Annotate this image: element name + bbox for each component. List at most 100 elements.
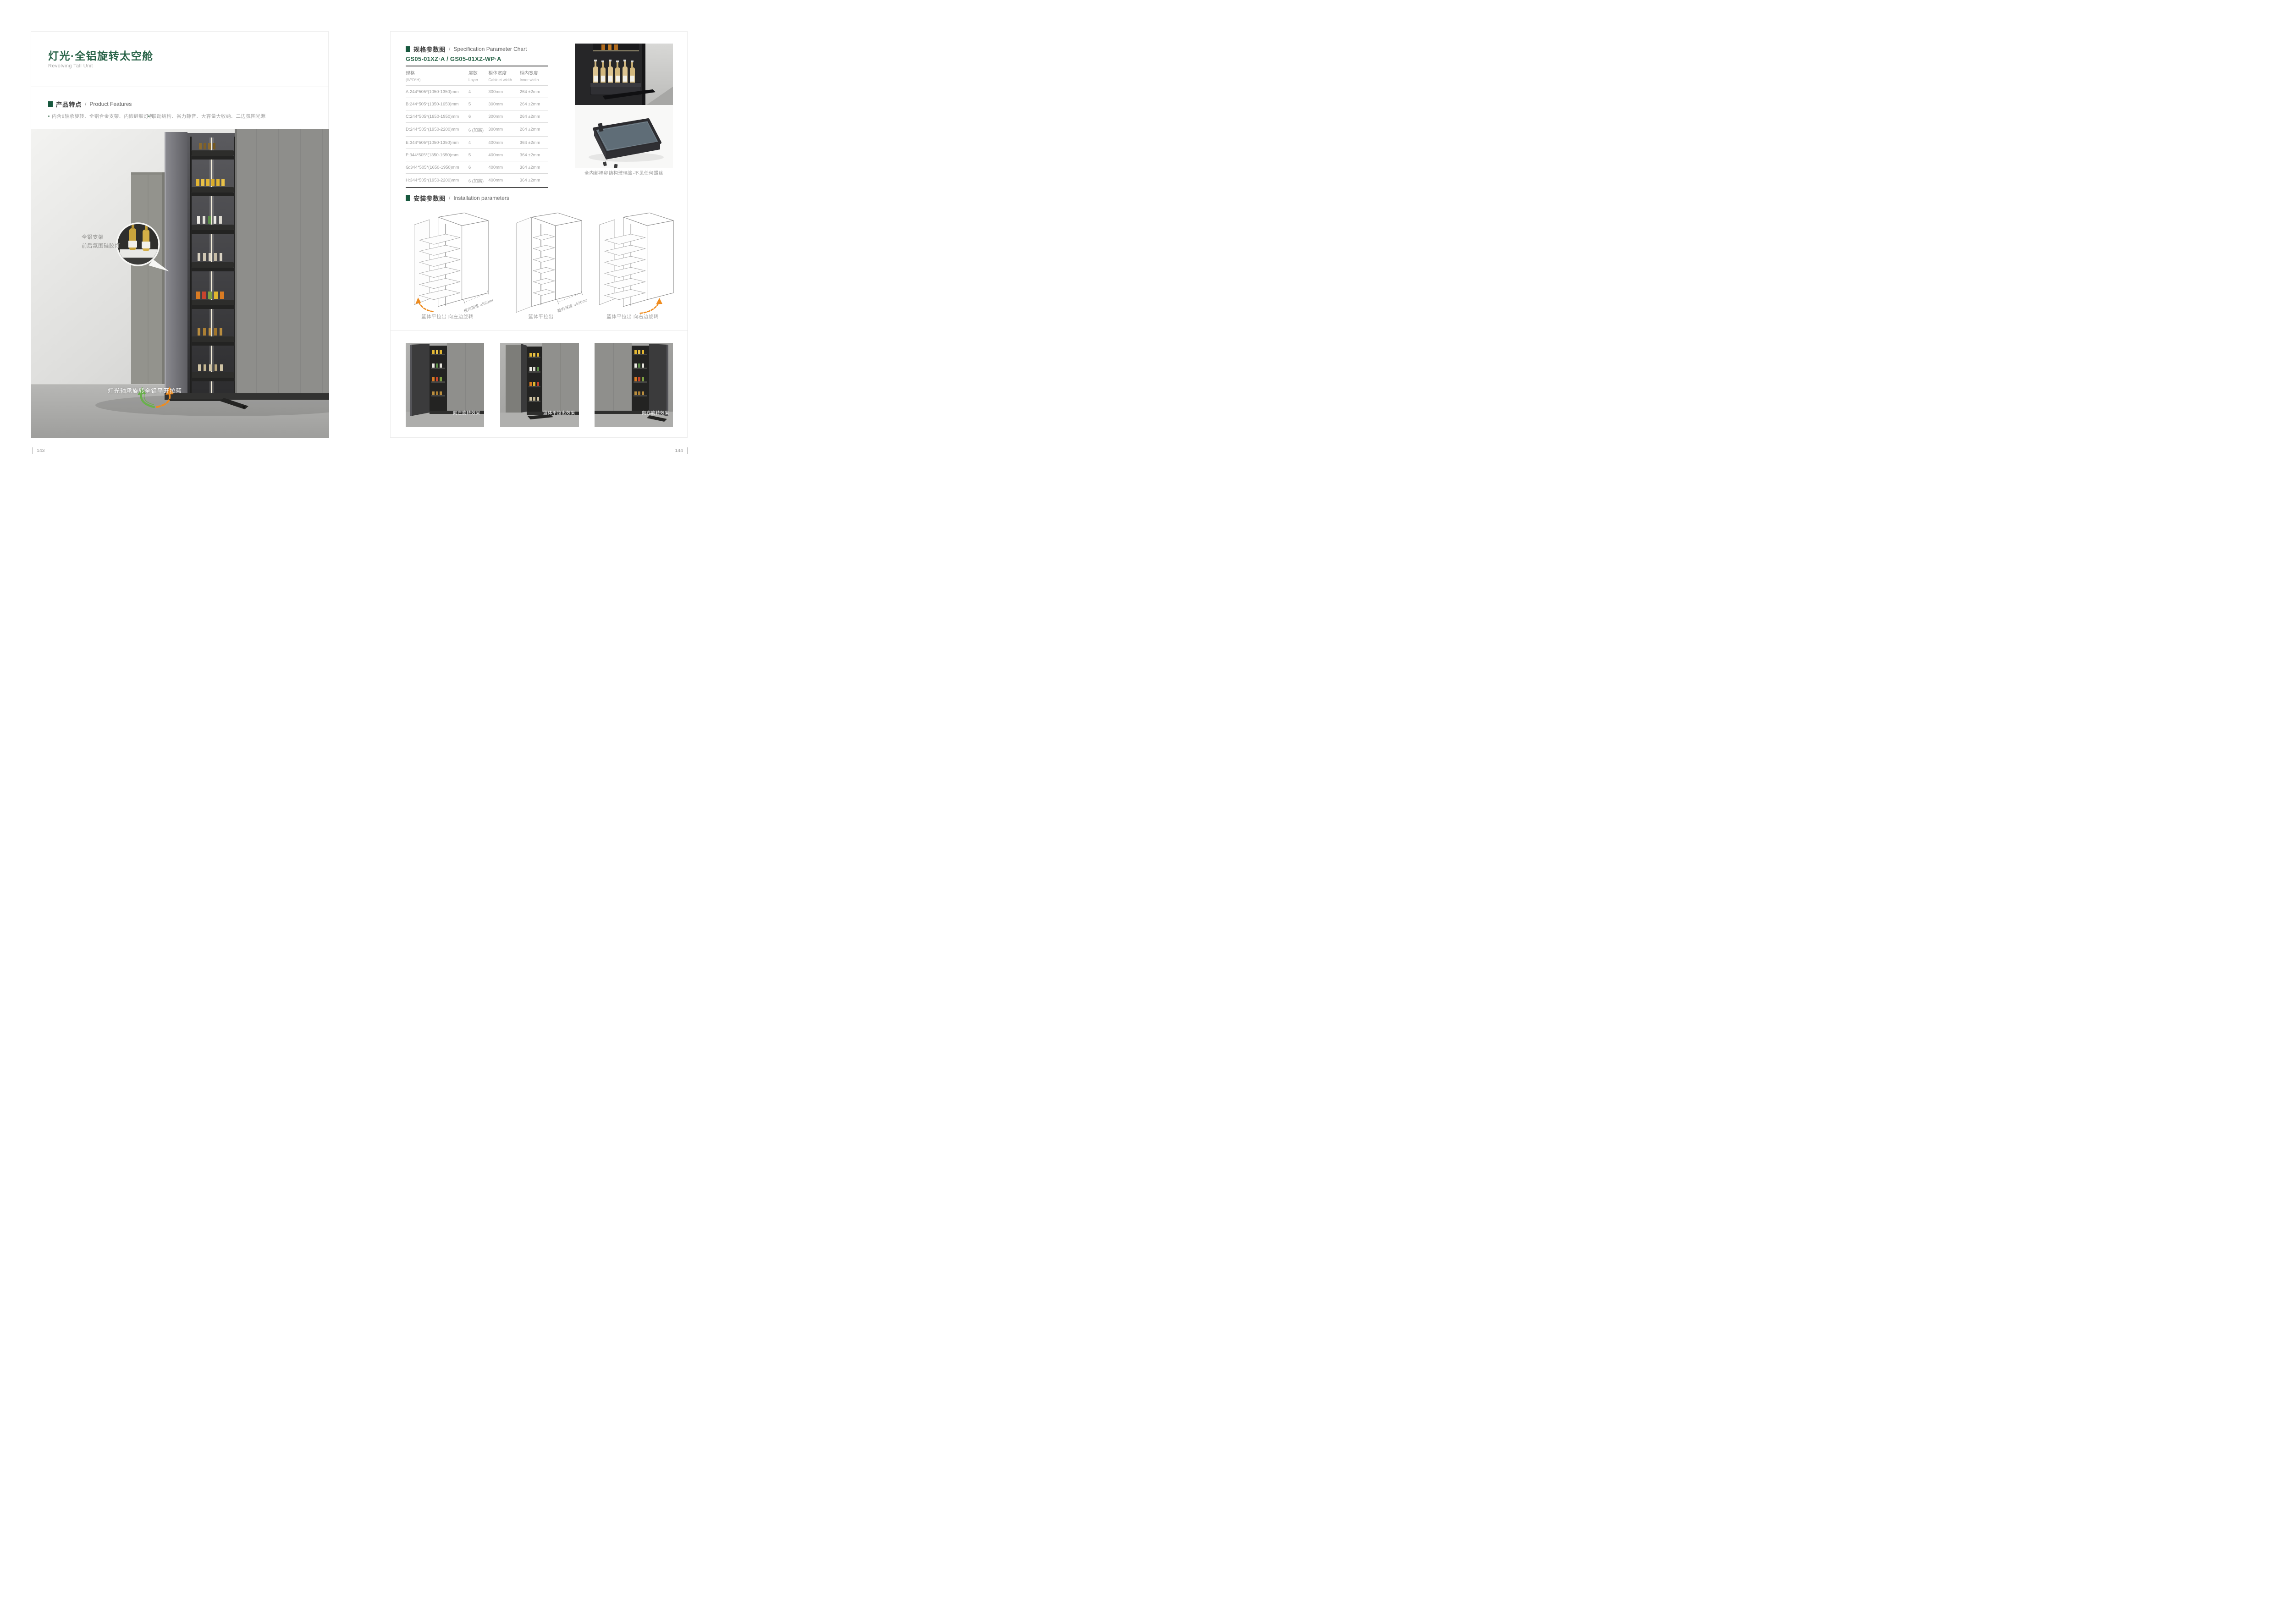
effect-caption: 向右旋转效果 xyxy=(642,409,669,416)
table-row: A:244*505*(1050-1350)mm4300mm264 ±2mm xyxy=(406,86,548,98)
diagram-caption: 篮体平拉出 xyxy=(495,313,587,320)
feature-bullet: 联动结构、省力静音、大容量大收纳、二边氛围光源 xyxy=(148,113,265,120)
feature-bullet: 内含8轴承旋转、全铝合金支架、内嵌硅胶灯条 xyxy=(48,113,154,120)
page-number-left: 143 xyxy=(32,447,45,454)
col-spec-en: (W*D*H) xyxy=(406,77,468,82)
table-row: B:244*505*(1350-1650)mm5300mm264 ±2mm xyxy=(406,98,548,110)
cell-layer: 6 (加高) xyxy=(468,123,489,137)
cell-inner-width: 264 ±2mm xyxy=(520,98,548,110)
spec-heading-en: Specification Parameter Chart xyxy=(453,46,527,52)
cell-inner-width: 264 ±2mm xyxy=(520,110,548,123)
cell-layer: 4 xyxy=(468,86,489,98)
cell-spec: D:244*505*(1950-2200)mm xyxy=(406,123,468,137)
spec-heading-zh: 规格参数图 xyxy=(413,44,446,54)
depth-note: 柜内深度 ≥520mm xyxy=(556,297,587,314)
cell-cabinet-width: 400mm xyxy=(488,137,519,149)
section-marker xyxy=(48,101,53,107)
cell-spec: G:344*505*(1650-1950)mm xyxy=(406,161,468,174)
col-spec-zh: 规格 xyxy=(406,69,468,76)
page-subtitle: Revolving Tall Unit xyxy=(48,63,93,69)
heading-separator: / xyxy=(85,101,86,107)
cell-inner-width: 264 ±2mm xyxy=(520,123,548,137)
features-heading-zh: 产品特点 xyxy=(56,99,82,109)
cell-inner-width: 364 ±2mm xyxy=(520,174,548,188)
install-heading: 安装参数图 / Installation parameters xyxy=(406,193,509,203)
table-row: F:344*505*(1350-1650)mm5400mm364 ±2mm xyxy=(406,149,548,161)
cabinet-kick xyxy=(165,393,329,400)
cell-inner-width: 364 ±2mm xyxy=(520,161,548,174)
heading-separator: / xyxy=(449,46,450,52)
heading-separator: / xyxy=(449,195,450,201)
effect-photo-rotate-right: 向右旋转效果 xyxy=(595,343,673,427)
feature-text: 联动结构、省力静音、大容量大收纳、二边氛围光源 xyxy=(152,113,265,120)
cell-cabinet-width: 300mm xyxy=(488,98,519,110)
cell-cabinet-width: 400mm xyxy=(488,174,519,188)
cell-layer: 6 xyxy=(468,161,489,174)
product-photo-glass-basket xyxy=(575,105,673,168)
cell-layer: 4 xyxy=(468,137,489,149)
cell-inner-width: 364 ±2mm xyxy=(520,149,548,161)
cell-layer: 6 xyxy=(468,110,489,123)
depth-note: 柜内深度 ≥520mm xyxy=(463,297,493,314)
spec-table: 规格(W*D*H) 层数Layer 柜体宽度Cabinet width 柜内宽度… xyxy=(406,66,548,188)
glass-basket-caption: 全内部棒卯结构玻璃篮·不见任何螺丝 xyxy=(572,169,676,176)
install-diagram-pull-out: 柜内深度 ≥520mm xyxy=(495,209,587,316)
bullet-dot-icon xyxy=(48,116,50,117)
col-cabinet-width-zh: 柜体宽度 xyxy=(488,69,519,76)
cell-cabinet-width: 300mm xyxy=(488,86,519,98)
catalog-spread: { "brand": { "green": "#2a6449", "marker… xyxy=(0,0,711,464)
page-number-right: 144 xyxy=(675,447,688,454)
feature-text: 内含8轴承旋转、全铝合金支架、内嵌硅胶灯条 xyxy=(52,113,154,120)
cell-layer: 6 (加高) xyxy=(468,174,489,188)
product-photo-basket-in-cabinet xyxy=(575,44,673,106)
spec-heading: 规格参数图 / Specification Parameter Chart xyxy=(406,44,527,54)
cabinet-right-doors xyxy=(235,129,329,393)
cell-layer: 5 xyxy=(468,149,489,161)
install-heading-zh: 安装参数图 xyxy=(413,193,446,203)
col-inner-width-en: Inner width xyxy=(520,77,548,82)
diagram-caption: 篮体平拉出 向右边旋转 xyxy=(587,313,678,320)
install-heading-en: Installation parameters xyxy=(453,195,509,201)
page-title: 灯光·全铝旋转太空舱 xyxy=(48,47,154,63)
install-diagram-rotate-left: 柜内深度 ≥520mm xyxy=(402,209,493,316)
callout-label: 全铝支架 前后氛围硅胶灯 xyxy=(82,233,120,251)
cell-cabinet-width: 300mm xyxy=(488,110,519,123)
callout-label-line2: 前后氛围硅胶灯 xyxy=(82,242,120,251)
features-heading: 产品特点 / Product Features xyxy=(48,99,132,109)
table-row: D:244*505*(1950-2200)mm6 (加高)300mm264 ±2… xyxy=(406,123,548,137)
effect-caption: 篮体平拉出效果 xyxy=(543,409,575,416)
cell-spec: A:244*505*(1050-1350)mm xyxy=(406,86,468,98)
cell-inner-width: 364 ±2mm xyxy=(520,137,548,149)
features-heading-en: Product Features xyxy=(89,101,132,107)
right-page: 规格参数图 / Specification Parameter Chart GS… xyxy=(390,31,688,438)
cell-spec: H:344*505*(1950-2200)mm xyxy=(406,174,468,188)
opened-door xyxy=(165,132,187,397)
table-row: H:344*505*(1950-2200)mm6 (加高)400mm364 ±2… xyxy=(406,174,548,188)
model-number: GS05-01XZ·A / GS05-01XZ-WP·A xyxy=(406,55,501,62)
install-diagram-rotate-right xyxy=(587,209,678,316)
left-page: 灯光·全铝旋转太空舱 Revolving Tall Unit 产品特点 / Pr… xyxy=(31,31,329,438)
cell-spec: F:344*505*(1350-1650)mm xyxy=(406,149,468,161)
cell-inner-width: 264 ±2mm xyxy=(520,86,548,98)
pullout-label: 灯光轴承旋转全铝平开拉篮 xyxy=(108,386,182,395)
effect-photo-pull-out: 篮体平拉出效果 xyxy=(500,343,579,427)
col-cabinet-width-en: Cabinet width xyxy=(488,77,519,82)
bullet-dot-icon xyxy=(148,116,149,117)
cell-spec: C:244*505*(1650-1950)mm xyxy=(406,110,468,123)
table-row: E:344*505*(1050-1350)mm4400mm364 ±2mm xyxy=(406,137,548,149)
cell-spec: E:344*505*(1050-1350)mm xyxy=(406,137,468,149)
cabinet-left-doors xyxy=(131,172,165,384)
spec-table-header-row: 规格(W*D*H) 层数Layer 柜体宽度Cabinet width 柜内宽度… xyxy=(406,66,548,86)
cell-cabinet-width: 400mm xyxy=(488,161,519,174)
cell-spec: B:244*505*(1350-1650)mm xyxy=(406,98,468,110)
callout-label-line1: 全铝支架 xyxy=(82,233,120,242)
cell-cabinet-width: 300mm xyxy=(488,123,519,137)
section-marker xyxy=(406,195,410,201)
effect-caption: 向左旋转效果 xyxy=(453,409,480,416)
effect-photo-rotate-left: 向左旋转效果 xyxy=(406,343,484,427)
col-layer-en: Layer xyxy=(468,77,489,82)
cell-layer: 5 xyxy=(468,98,489,110)
col-layer-zh: 层数 xyxy=(468,69,489,76)
diagram-caption: 篮体平拉出 向左边旋转 xyxy=(402,313,493,320)
table-row: G:344*505*(1650-1950)mm6400mm364 ±2mm xyxy=(406,161,548,174)
